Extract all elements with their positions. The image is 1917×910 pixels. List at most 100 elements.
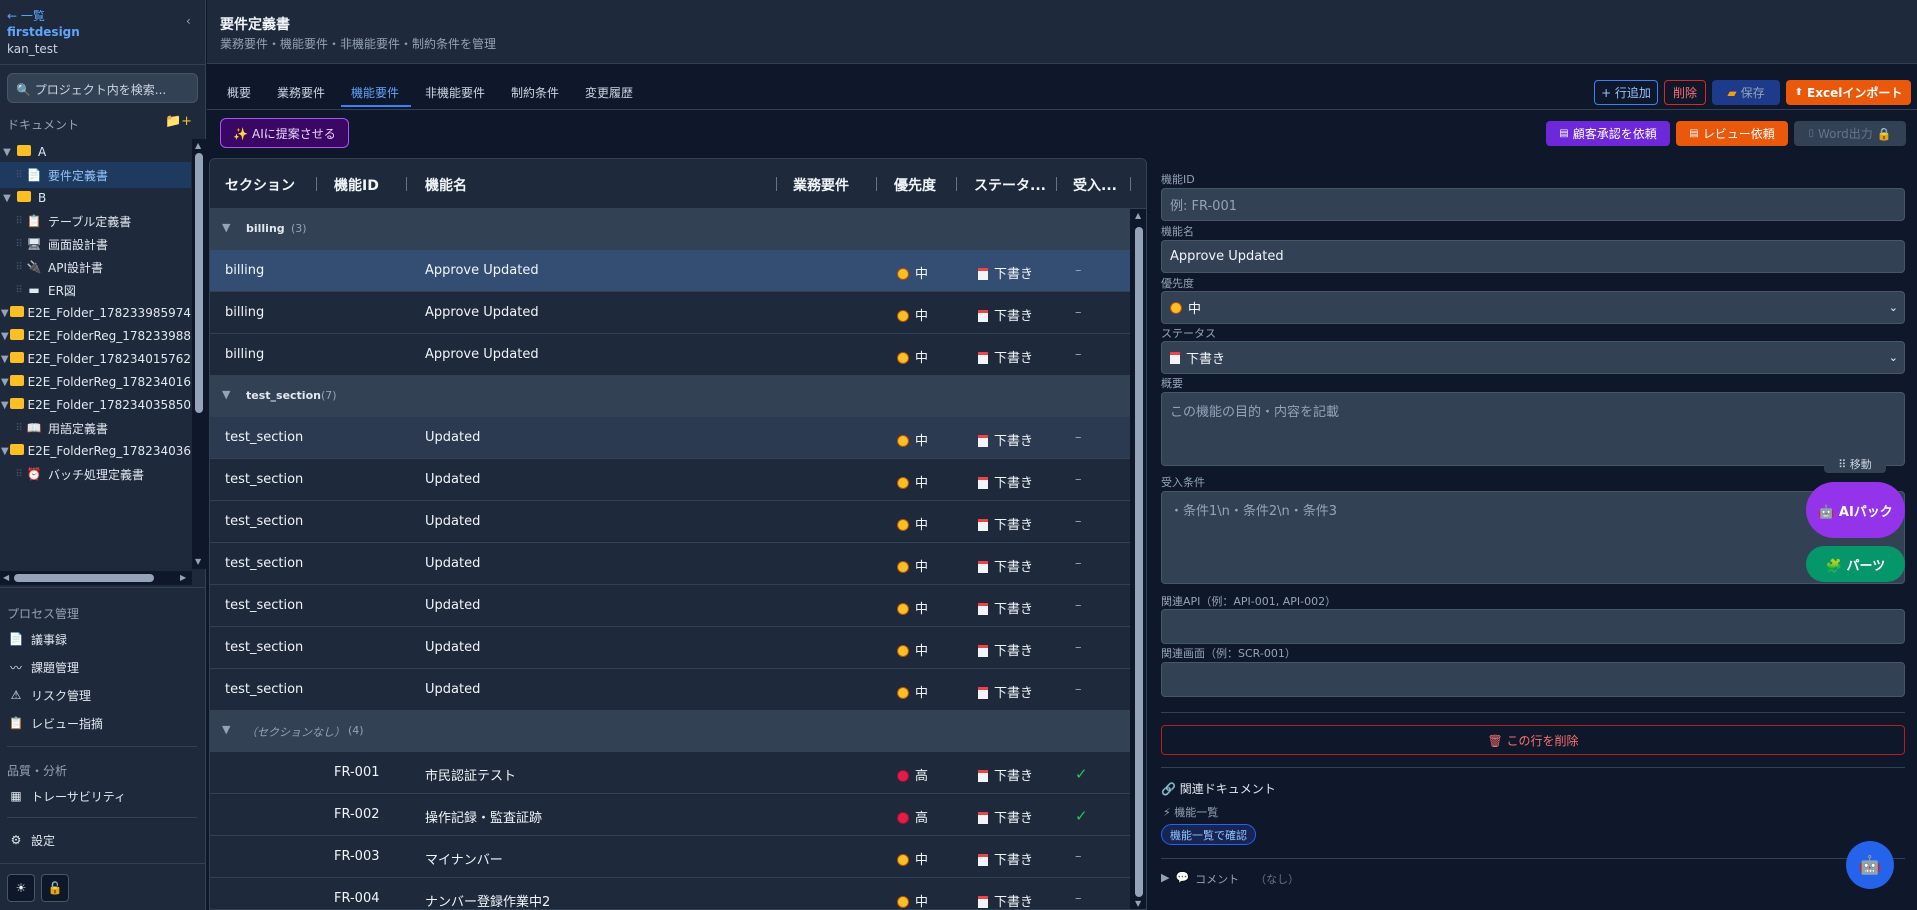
section-cell: test_section [225,430,304,445]
review-request-button[interactable]: ▤ レビュー依頼 [1676,121,1788,146]
related-api-input[interactable] [1161,609,1905,644]
ai-pack-button[interactable]: 🤖 AIパック [1806,482,1905,538]
excel-import-button[interactable]: ⬆ Excelインポート [1786,80,1911,105]
settings-label: 設定 [31,833,56,848]
column-resize-handle[interactable] [956,177,957,191]
tab-business-requirements[interactable]: 業務要件 [277,84,325,101]
tab-constraints[interactable]: 制約条件 [511,84,559,101]
customer-approval-button[interactable]: ▤ 顧客承認を依頼 [1546,121,1670,146]
sidebar-nav-item[interactable]: 📄 議事録 [7,628,197,650]
column-resize-handle[interactable] [876,177,877,191]
column-resize-handle[interactable] [1130,177,1131,191]
sun-icon: ☀ [15,881,27,895]
column-header-feature-id[interactable]: 機能ID [334,175,379,195]
column-resize-handle[interactable] [1056,177,1057,191]
column-header-feature-name[interactable]: 機能名 [425,175,467,195]
table-row[interactable]: test_section Updated 中 下書き – [210,459,1130,501]
priority-cell: 中 [897,263,928,282]
status-cell: 下書き [978,849,1033,868]
group-row[interactable]: ▼ test_section (7) [210,376,1130,417]
status-value: 下書き [1186,352,1226,367]
document-icon: 📋 [26,214,42,228]
table-row[interactable]: billing Approve Updated 中 下書き – [210,292,1130,334]
related-screen-input[interactable] [1161,662,1905,697]
divider [7,817,197,818]
group-row[interactable]: ▼ （セクションなし） (4) [210,711,1130,752]
tab-functional-requirements[interactable]: 機能要件 [351,84,399,101]
assistant-bot-button[interactable]: 🤖 [1846,841,1894,889]
acceptance-cell: ✓ [1075,765,1088,783]
parts-button[interactable]: 🧩 パーツ [1806,546,1905,582]
theme-toggle-button[interactable]: ☀ [7,874,35,902]
table-row[interactable]: test_section Updated 中 下書き – [210,627,1130,669]
group-name: （セクションなし） [246,726,345,739]
feature-id-input[interactable]: 例: FR-001 [1161,188,1905,221]
comments-toggle[interactable]: ▶ 💬 コメント （なし） [1161,871,1299,887]
add-folder-icon[interactable]: 📁+ [165,114,192,129]
tree-document[interactable]: ⠿ ⏰ バッチ処理定義書 [0,461,191,487]
table-header: セクション 機能ID 機能名 業務要件 優先度 ステータ... 受入... [210,159,1146,209]
priority-select[interactable]: 中 ⌄ [1161,291,1905,324]
table-row[interactable]: test_section Updated 中 下書き – [210,585,1130,627]
tree-horizontal-scrollbar[interactable]: ◀ ▶ [0,571,192,585]
word-export-button[interactable]: ▯ Word出力 🔒 [1794,121,1906,146]
table-row[interactable]: test_section Updated 中 下書き – [210,543,1130,585]
drag-handle-icon: ⠿ [15,169,23,181]
table-row[interactable]: test_section Updated 中 下書き – [210,669,1130,711]
tree-vertical-scrollbar[interactable]: ▲ ▼ [192,139,206,569]
collapse-sidebar-icon[interactable]: ‹ [186,14,191,28]
table-row[interactable]: FR-001 市民認証テスト 高 下書き ✓ [210,752,1130,794]
confirm-feature-list-button[interactable]: 機能一覧で確認 [1161,824,1256,845]
column-header-section[interactable]: セクション [225,175,295,195]
summary-textarea[interactable]: この機能の目的・内容を記載 [1161,392,1905,466]
sidebar-nav-item[interactable]: ▦ トレーサビリティ [7,785,197,807]
delete-button[interactable]: 削除 [1664,80,1706,105]
group-row[interactable]: ▼ billing (3) [210,209,1130,250]
column-resize-handle[interactable] [406,177,407,191]
settings-item[interactable]: ⚙ 設定 [7,829,197,851]
feature-name-cell: Approve Updated [425,263,539,278]
sidebar-nav-item[interactable]: ⚠ リスク管理 [7,684,197,706]
table-vertical-scrollbar[interactable]: ▲ ▼ [1130,209,1146,909]
table-row[interactable]: billing Approve Updated 中 下書き – [210,250,1130,292]
draft-icon [978,896,988,908]
column-header-status[interactable]: ステータ... [974,175,1046,195]
column-resize-handle[interactable] [316,177,317,191]
priority-mid-icon [897,352,909,364]
column-header-acceptance[interactable]: 受入... [1073,175,1117,195]
priority-text: 中 [915,309,929,324]
status-cell: 下書き [978,765,1033,784]
related-api-label: 関連API（例：API-001, API-002） [1161,595,1337,608]
back-to-list-link[interactable]: ← 一覧 [7,7,45,24]
move-handle[interactable]: ⠿ 移動 [1824,454,1886,473]
feature-name-input[interactable]: Approve Updated [1161,240,1905,273]
tab-change-history[interactable]: 変更履歴 [585,84,633,101]
sidebar-nav-item[interactable]: 〰課題管理 [7,656,197,678]
nav-label: 議事録 [31,632,68,647]
table-row[interactable]: FR-003 マイナンバー 中 下書き – [210,836,1130,878]
tab-non-functional-requirements[interactable]: 非機能要件 [425,84,485,101]
priority-mid-icon [897,645,909,657]
table-row[interactable]: FR-002 操作記録・監査証跡 高 下書き ✓ [210,794,1130,836]
add-row-button[interactable]: + 行追加 [1594,80,1658,105]
column-resize-handle[interactable] [776,177,777,191]
table-row[interactable]: billing Approve Updated 中 下書き – [210,334,1130,376]
save-button[interactable]: ▰ 保存 [1712,80,1780,105]
project-search-input[interactable]: 🔍 プロジェクト内を検索... [7,73,198,103]
ai-suggest-button[interactable]: ✨ AIに提案させる [220,118,349,148]
status-select[interactable]: 下書き ⌄ [1161,341,1905,374]
acceptance-textarea[interactable]: ・条件1\n・条件2\n・条件3 [1161,491,1905,584]
chevron-down-icon: ▼ [0,307,9,319]
column-header-priority[interactable]: 優先度 [894,175,936,195]
sidebar-nav-item[interactable]: 📋 レビュー指摘 [7,712,197,734]
tree-item-label: ER図 [48,283,76,298]
lock-toggle-button[interactable]: 🔓 [41,874,69,902]
divider [1161,858,1905,859]
table-row[interactable]: test_section Updated 中 下書き – [210,417,1130,459]
tab-overview[interactable]: 概要 [227,84,251,101]
column-header-business-req[interactable]: 業務要件 [793,175,849,195]
delete-row-button[interactable]: 🗑 この行を削除 [1161,725,1905,755]
table-row[interactable]: FR-004 ナンバー登録作業中2 中 下書き – [210,878,1130,909]
priority-cell: 中 [897,305,928,324]
table-row[interactable]: test_section Updated 中 下書き – [210,501,1130,543]
